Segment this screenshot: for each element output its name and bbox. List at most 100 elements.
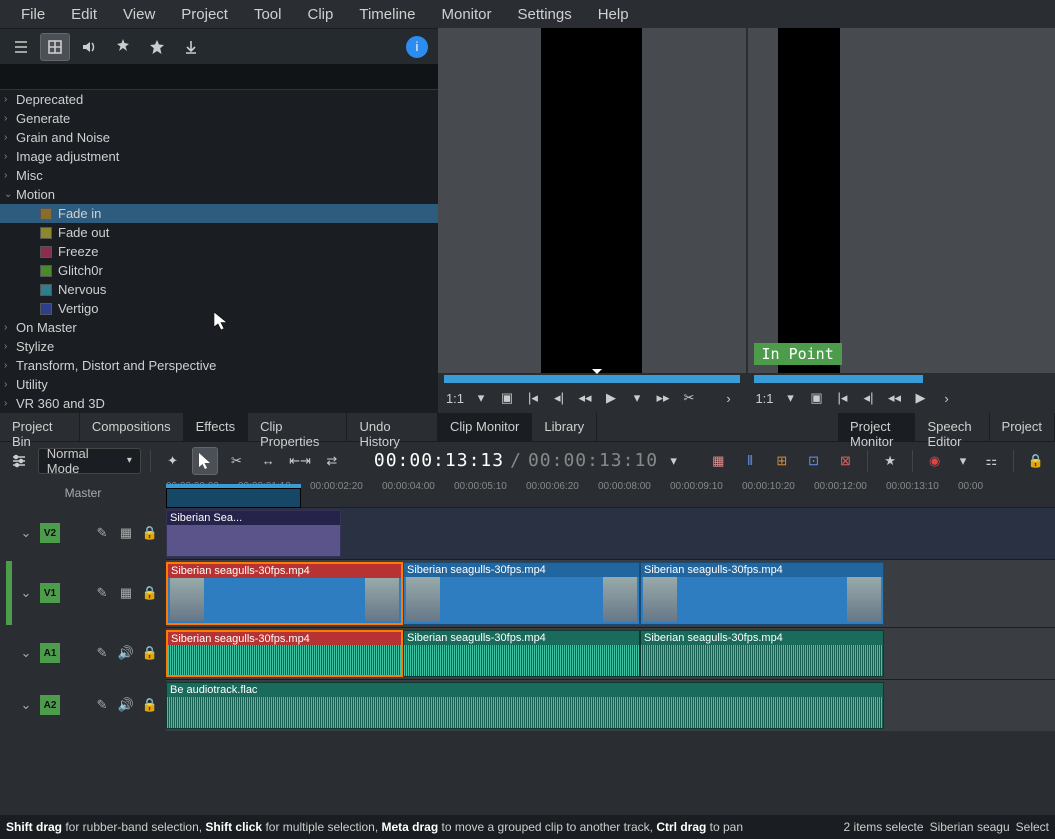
info-icon[interactable]: i <box>402 33 432 61</box>
tree-item-nervous[interactable]: Nervous <box>0 280 438 299</box>
track-body-a2[interactable]: Be audiotrack.flac <box>166 679 1055 731</box>
download-icon[interactable] <box>176 33 206 61</box>
speaker-icon[interactable]: 🔊 <box>116 695 136 715</box>
wand-icon[interactable] <box>108 33 138 61</box>
project-monitor-viewport[interactable]: In Point <box>748 28 1055 373</box>
tags-icon[interactable]: ⊠ <box>833 447 859 475</box>
lock-icon[interactable]: 🔒 <box>140 695 160 715</box>
tree-item-vr360[interactable]: ›VR 360 and 3D <box>0 394 438 413</box>
fast-forward-icon[interactable]: ▸▸ <box>652 387 674 409</box>
chevron-right-icon[interactable]: › <box>936 387 958 409</box>
tree-item-fade-in[interactable]: Fade in <box>0 204 438 223</box>
tab-library[interactable]: Library <box>532 413 597 441</box>
lock-icon[interactable]: 🔒 <box>140 583 160 603</box>
speaker-icon[interactable]: 🔊 <box>116 643 136 663</box>
tab-project[interactable]: Project <box>990 413 1055 441</box>
clip-v1-1[interactable]: Siberian seagulls-30fps.mp4 <box>403 562 640 625</box>
menu-tool[interactable]: Tool <box>241 2 295 27</box>
fx-icon[interactable]: ✎ <box>92 523 112 543</box>
menu-view[interactable]: View <box>110 2 168 27</box>
clip-monitor-viewport[interactable] <box>438 28 746 373</box>
tree-item-grain[interactable]: ›Grain and Noise <box>0 128 438 147</box>
tree-item-stylize[interactable]: ›Stylize <box>0 337 438 356</box>
tab-effects[interactable]: Effects <box>184 413 249 441</box>
tree-item-motion[interactable]: ⌄Motion <box>0 185 438 204</box>
chevron-down-icon[interactable]: ▾ <box>626 387 648 409</box>
chevron-down-icon[interactable]: ⌄ <box>16 523 36 543</box>
skip-start-icon[interactable]: |◂ <box>522 387 544 409</box>
rewind-icon[interactable]: ◂◂ <box>884 387 906 409</box>
tree-item-glitch0r[interactable]: Glitch0r <box>0 261 438 280</box>
clip-a1-1[interactable]: Siberian seagulls-30fps.mp4 <box>403 630 640 677</box>
menu-monitor[interactable]: Monitor <box>428 2 504 27</box>
clip-a1-0[interactable]: Siberian seagulls-30fps.mp4 <box>166 630 403 677</box>
selection-tool-icon[interactable] <box>192 447 218 475</box>
rewind-icon[interactable]: ◂◂ <box>574 387 596 409</box>
menu-settings[interactable]: Settings <box>505 2 585 27</box>
tree-item-generate[interactable]: ›Generate <box>0 109 438 128</box>
zoom-label[interactable]: 1:1 <box>444 387 466 409</box>
clip-v1-2[interactable]: Siberian seagulls-30fps.mp4 <box>640 562 884 625</box>
tree-item-utility[interactable]: ›Utility <box>0 375 438 394</box>
track-head-v2[interactable]: ⌄ V2 ✎ ▦ 🔒 <box>0 507 166 559</box>
track-label-v2[interactable]: V2 <box>40 523 60 543</box>
chevron-down-icon[interactable]: ⌄ <box>16 583 36 603</box>
tree-item-misc[interactable]: ›Misc <box>0 166 438 185</box>
tree-item-image-adjust[interactable]: ›Image adjustment <box>0 147 438 166</box>
track-label-a1[interactable]: A1 <box>40 643 60 663</box>
project-monitor-scrubber[interactable] <box>754 375 923 383</box>
skip-start-icon[interactable]: |◂ <box>832 387 854 409</box>
chevron-down-icon[interactable]: ▾ <box>954 450 973 472</box>
favorite-icon[interactable]: ★ <box>877 447 903 475</box>
step-back-icon[interactable]: ◂| <box>858 387 880 409</box>
mixer-icon[interactable]: ⚏ <box>978 447 1004 475</box>
play-icon[interactable]: ▶ <box>600 387 622 409</box>
audio-icon[interactable] <box>74 33 104 61</box>
menu-file[interactable]: File <box>8 2 58 27</box>
menu-timeline[interactable]: Timeline <box>346 2 428 27</box>
tree-item-fade-out[interactable]: Fade out <box>0 223 438 242</box>
tab-clip-monitor[interactable]: Clip Monitor <box>438 413 532 441</box>
chevron-down-icon[interactable]: ⌄ <box>16 695 36 715</box>
star-icon[interactable] <box>142 33 172 61</box>
spacer-tool-icon[interactable]: ↔ <box>255 447 281 475</box>
tab-undo-history[interactable]: Undo History <box>347 413 438 441</box>
chevron-down-icon[interactable]: ▾ <box>664 450 683 472</box>
settings-icon[interactable] <box>6 447 32 475</box>
track-body-v2[interactable]: Siberian Sea... <box>166 507 1055 559</box>
chevron-down-icon[interactable]: ▾ <box>470 387 492 409</box>
chevron-down-icon[interactable]: ⌄ <box>16 643 36 663</box>
slip-tool-icon[interactable]: ⇤⇥ <box>287 447 313 475</box>
lock-icon[interactable]: 🔒 <box>140 523 160 543</box>
edit-mode-select[interactable]: Normal Mode <box>38 448 141 474</box>
menu-clip[interactable]: Clip <box>295 2 347 27</box>
ripple-tool-icon[interactable]: ⇄ <box>319 447 345 475</box>
clip-v2[interactable]: Siberian Sea... <box>166 510 341 557</box>
tree-item-transform[interactable]: ›Transform, Distort and Perspective <box>0 356 438 375</box>
step-back-icon[interactable]: ◂| <box>548 387 570 409</box>
tab-speech-editor[interactable]: Speech Editor <box>915 413 989 441</box>
fx-icon[interactable]: ✎ <box>92 643 112 663</box>
track-label-v1[interactable]: V1 <box>40 583 60 603</box>
fx-icon[interactable]: ✎ <box>92 583 112 603</box>
tab-project-monitor[interactable]: Project Monitor <box>838 413 915 441</box>
markers-icon[interactable]: ⊡ <box>801 447 827 475</box>
razor-tool-icon[interactable]: ✂ <box>224 447 250 475</box>
play-icon[interactable]: ▶ <box>910 387 932 409</box>
record-icon[interactable]: ◉ <box>922 447 948 475</box>
menu-edit[interactable]: Edit <box>58 2 110 27</box>
video-icon[interactable]: ▦ <box>116 523 136 543</box>
track-label-a2[interactable]: A2 <box>40 695 60 715</box>
crop-icon[interactable]: ✂ <box>678 387 700 409</box>
chevron-right-icon[interactable]: › <box>718 387 740 409</box>
effects-search-input[interactable] <box>0 64 438 90</box>
grid-view-icon[interactable] <box>40 33 70 61</box>
track-body-v1[interactable]: Siberian seagulls-30fps.mp4 Siberian sea… <box>166 559 1055 627</box>
clip-a2-0[interactable]: Be audiotrack.flac <box>166 682 884 729</box>
snap-icon[interactable]: ⊞ <box>769 447 795 475</box>
list-view-icon[interactable] <box>6 33 36 61</box>
tab-project-bin[interactable]: Project Bin <box>0 413 80 441</box>
clip-monitor-scrubber[interactable] <box>444 375 740 383</box>
chevron-down-icon[interactable]: ▾ <box>780 387 802 409</box>
video-icon[interactable]: ▦ <box>116 583 136 603</box>
